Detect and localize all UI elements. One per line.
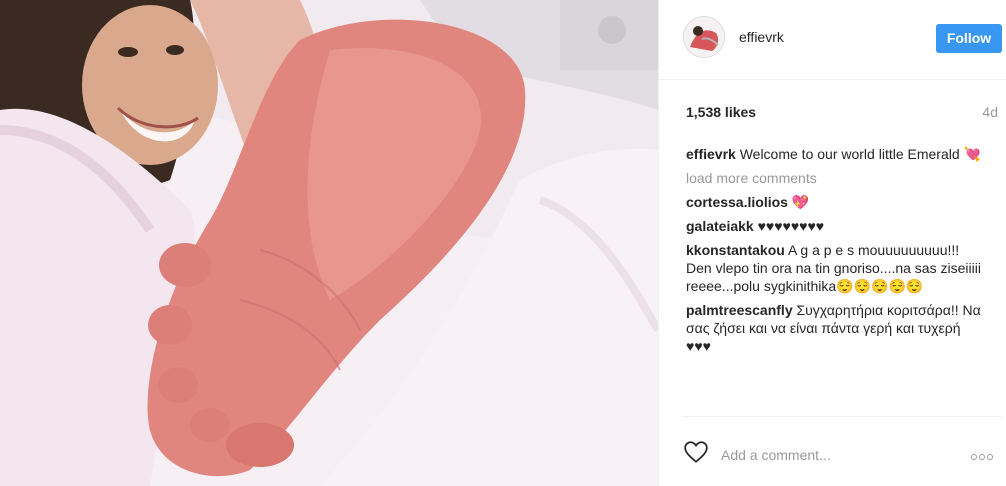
post-footer: [683, 416, 1001, 486]
dot-icon: [979, 454, 985, 460]
photo-illustration: [0, 0, 658, 486]
comment-text: 💖: [791, 194, 810, 210]
comment: cortessa.liolios 💖: [686, 193, 986, 211]
caption-author[interactable]: effievrk: [686, 146, 736, 162]
load-more-comments-link[interactable]: load more comments: [686, 169, 986, 187]
caption: effievrk Welcome to our world little Eme…: [686, 145, 986, 163]
post-time[interactable]: 4d: [982, 104, 998, 120]
avatar[interactable]: [683, 16, 725, 58]
add-comment-input[interactable]: [721, 445, 941, 465]
likes-count[interactable]: 1,538 likes: [686, 104, 756, 120]
avatar-image: [684, 17, 724, 57]
comment: kkonstantakou A g a p e s mouuuuuuuuu!!!…: [686, 241, 986, 295]
comment-text: ♥♥♥♥♥♥♥♥: [757, 218, 825, 234]
post-details-panel: effievrk Follow 1,538 likes 4d effievrk …: [658, 0, 1006, 486]
dot-icon: [987, 454, 993, 460]
comment: galateiakk ♥♥♥♥♥♥♥♥: [686, 217, 986, 235]
post-author-username[interactable]: effievrk: [739, 29, 784, 45]
post-header: effievrk Follow: [659, 0, 1006, 80]
post-photo[interactable]: [0, 0, 658, 486]
dot-icon: [971, 454, 977, 460]
comment-author[interactable]: kkonstantakou: [686, 242, 785, 258]
comment-author[interactable]: cortessa.liolios: [686, 194, 788, 210]
comment-author[interactable]: galateiakk: [686, 218, 754, 234]
follow-button[interactable]: Follow: [936, 24, 1002, 53]
caption-text: Welcome to our world little Emerald 💘: [739, 146, 981, 162]
comment-author[interactable]: palmtreescanfly: [686, 302, 793, 318]
heart-outline-icon[interactable]: [683, 439, 709, 465]
comment: palmtreescanfly Συγχαρητήρια κοριτσάρα!!…: [686, 301, 986, 355]
more-options-icon[interactable]: [969, 447, 997, 460]
comments-list: effievrk Welcome to our world little Eme…: [686, 145, 986, 361]
likes-row: 1,538 likes 4d: [686, 104, 1002, 124]
